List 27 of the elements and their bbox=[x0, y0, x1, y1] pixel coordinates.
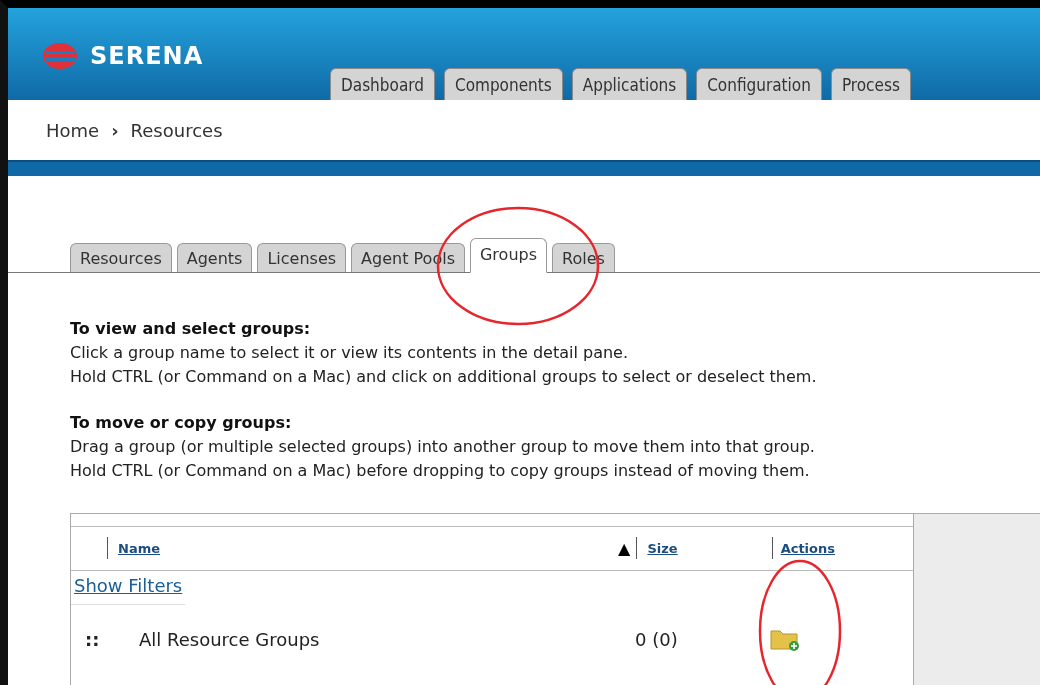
help-heading: To view and select groups: bbox=[70, 318, 312, 340]
column-header[interactable]: Name bbox=[118, 540, 160, 556]
drag-handle[interactable]: :: bbox=[85, 628, 139, 650]
nav-tab[interactable]: Configuration bbox=[696, 68, 822, 100]
breadcrumb-separator: › bbox=[111, 119, 119, 141]
nav-tab[interactable]: Components bbox=[443, 68, 563, 100]
help-text: Hold CTRL (or Command on a Mac) and click on additional groups to select or deselect them. bbox=[70, 366, 818, 388]
tab[interactable]: Licenses bbox=[257, 243, 347, 272]
tab[interactable]: Resources bbox=[70, 243, 172, 272]
help-text: Click a group name to select it or view its contents in the detail pane. bbox=[70, 342, 629, 364]
breadcrumb-link[interactable]: Home bbox=[46, 119, 100, 141]
tab[interactable]: Groups bbox=[469, 238, 547, 273]
logo-text: SERENA bbox=[90, 42, 204, 70]
column-header[interactable]: Actions bbox=[780, 540, 835, 556]
column-header[interactable]: Size bbox=[647, 540, 678, 556]
help-text: Drag a group (or multiple selected groups) into another group to move them into that group. bbox=[70, 436, 816, 458]
table-cell-text: All Resource Groups bbox=[139, 628, 321, 650]
breadcrumb-link[interactable]: Resources bbox=[130, 119, 223, 141]
nav-tab[interactable]: Process bbox=[830, 68, 911, 100]
help-heading: To move or copy groups: bbox=[70, 412, 293, 434]
sort-indicator[interactable]: ▲ bbox=[618, 538, 631, 558]
nav-tab[interactable]: Applications bbox=[571, 68, 688, 100]
nav-tab[interactable]: Dashboard bbox=[330, 68, 435, 100]
tab[interactable]: Agents bbox=[176, 243, 253, 272]
help-text: Hold CTRL (or Command on a Mac) before dropping to copy groups instead of moving them. bbox=[70, 460, 811, 482]
show-filters-link[interactable]: Show Filters bbox=[71, 571, 186, 605]
table-cell-text: 0 (0) bbox=[635, 628, 679, 650]
